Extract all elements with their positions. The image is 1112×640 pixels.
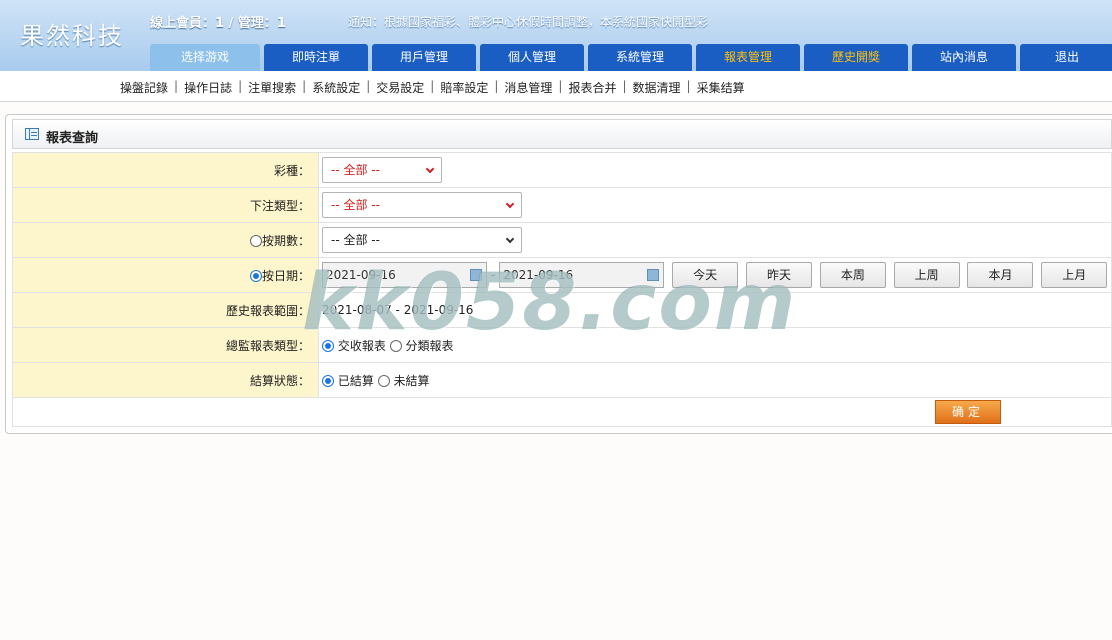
query-form: 彩種： -- 全部 -- 下注類型： -- 全部 -- 按期數： -- 全部 -… bbox=[12, 152, 1112, 427]
separator: | bbox=[622, 79, 627, 93]
separator: | bbox=[302, 79, 307, 93]
separator: | bbox=[686, 79, 691, 93]
row-bet-type: 下注類型： -- 全部 -- bbox=[12, 187, 1112, 223]
nav-tab-system-management[interactable]: 系統管理 bbox=[588, 44, 692, 71]
row-submit: 确定 bbox=[12, 397, 1112, 427]
unsettled-radio[interactable] bbox=[377, 374, 390, 387]
separator: | bbox=[494, 79, 499, 93]
settle-status-label: 結算狀態： bbox=[12, 362, 319, 398]
category-report-label: 分類報表 bbox=[405, 338, 454, 353]
nav-tab-report-management[interactable]: 報表管理 bbox=[696, 44, 800, 71]
lottery-label: 彩種： bbox=[12, 152, 319, 188]
subnav-message-management[interactable]: 消息管理 bbox=[504, 79, 552, 96]
date-from-input[interactable]: 2021-09-16 bbox=[322, 262, 487, 288]
report-query-panel: 報表查詢 彩種： -- 全部 -- 下注類型： -- 全部 -- 按期數： --… bbox=[5, 114, 1112, 434]
chevron-down-icon bbox=[425, 164, 435, 174]
nav-tab-select-game[interactable]: 选择游戏 bbox=[150, 44, 260, 71]
nav-tab-draw-history[interactable]: 歷史開獎 bbox=[804, 44, 908, 71]
separator: | bbox=[558, 79, 563, 93]
subnav-data-cleanup[interactable]: 数据清理 bbox=[633, 79, 681, 96]
calendar-icon[interactable] bbox=[470, 269, 482, 281]
date-label: 按日期： bbox=[261, 268, 310, 283]
period-select-value: -- 全部 -- bbox=[331, 233, 380, 247]
subnav-operation-records[interactable]: 操盤記錄 bbox=[120, 79, 168, 96]
settled-radio[interactable] bbox=[322, 374, 334, 387]
nav-tab-live-bets[interactable]: 即時注單 bbox=[264, 44, 368, 71]
date-from-value: 2021-09-16 bbox=[326, 268, 396, 282]
lottery-select-value: -- 全部 -- bbox=[331, 163, 380, 177]
main-nav: 选择游戏 即時注單 用戶管理 個人管理 系統管理 報表管理 歷史開獎 站內消息 … bbox=[150, 44, 1112, 71]
date-to-input[interactable]: 2021-09-16 bbox=[499, 262, 665, 288]
subnav-collect-settle[interactable]: 采集结算 bbox=[697, 79, 745, 96]
date-dash: - bbox=[491, 268, 496, 282]
chevron-down-icon bbox=[505, 199, 515, 209]
settlement-report-label: 交收報表 bbox=[337, 338, 386, 353]
report-table-icon bbox=[25, 128, 39, 140]
bet-type-select[interactable]: -- 全部 -- bbox=[322, 192, 522, 218]
row-report-type: 總監報表類型： 交收報表 分類報表 bbox=[12, 327, 1112, 363]
category-report-radio[interactable] bbox=[389, 339, 402, 352]
nav-tab-personal-management[interactable]: 個人管理 bbox=[480, 44, 584, 71]
nav-tab-logout[interactable]: 退出 bbox=[1020, 44, 1112, 71]
yesterday-button[interactable]: 昨天 bbox=[746, 262, 812, 288]
separator: | bbox=[430, 79, 435, 93]
today-button[interactable]: 今天 bbox=[672, 262, 739, 288]
confirm-button[interactable]: 确定 bbox=[935, 400, 1001, 424]
row-period: 按期數： -- 全部 -- bbox=[12, 222, 1112, 258]
last-week-button[interactable]: 上周 bbox=[893, 262, 960, 288]
this-month-button[interactable]: 本月 bbox=[967, 262, 1034, 288]
date-radio[interactable] bbox=[249, 269, 262, 282]
subnav-operation-log[interactable]: 操作日誌 bbox=[184, 79, 232, 96]
period-label: 按期數： bbox=[261, 233, 310, 248]
subnav-report-merge[interactable]: 报表合并 bbox=[568, 79, 616, 96]
panel-title: 報表查詢 bbox=[46, 131, 99, 146]
bet-type-select-value: -- 全部 -- bbox=[331, 198, 380, 212]
unsettled-label: 未結算 bbox=[393, 373, 430, 388]
report-type-label: 總監報表類型： bbox=[12, 327, 319, 363]
nav-tab-site-messages[interactable]: 站內消息 bbox=[912, 44, 1016, 71]
chevron-down-icon bbox=[505, 234, 515, 244]
settled-label: 已結算 bbox=[337, 373, 374, 388]
row-date: 按日期： 2021-09-16 - 2021-09-16 今天 昨天 本周 上周… bbox=[12, 257, 1112, 293]
row-lottery: 彩種： -- 全部 -- bbox=[12, 152, 1112, 188]
subnav-bet-search[interactable]: 注單搜索 bbox=[248, 79, 296, 96]
subnav-trade-settings[interactable]: 交易設定 bbox=[376, 79, 424, 96]
date-to-value: 2021-09-16 bbox=[503, 268, 574, 282]
calendar-icon[interactable] bbox=[647, 269, 660, 281]
notice-marquee: 通知：根據國家福彩、體彩中心休假時間調整，本系統國家快開型彩 bbox=[348, 15, 709, 29]
period-radio[interactable] bbox=[249, 234, 262, 247]
row-history-range: 歷史報表範圍： 2021-08-07 - 2021-09-16 bbox=[12, 292, 1112, 328]
separator: | bbox=[238, 79, 243, 93]
header: 果然科技 線上會員：1 / 管理：1 通知：根據國家福彩、體彩中心休假時間調整，… bbox=[0, 0, 1112, 71]
period-select[interactable]: -- 全部 -- bbox=[322, 227, 522, 253]
history-range-label: 歷史報表範圍： bbox=[12, 292, 319, 328]
this-week-button[interactable]: 本周 bbox=[819, 262, 886, 288]
history-range-value: 2021-08-07 - 2021-09-16 bbox=[318, 292, 1112, 328]
separator: | bbox=[174, 79, 179, 93]
separator: | bbox=[366, 79, 371, 93]
row-settle-status: 結算狀態： 已結算 未結算 bbox=[12, 362, 1112, 398]
sub-nav-items: 操盤記錄 | 操作日誌 | 注單搜索 | 系統設定 | 交易設定 | 賠率設定 | 消息管理… bbox=[120, 79, 745, 96]
subnav-odds-settings[interactable]: 賠率設定 bbox=[440, 79, 488, 96]
logo: 果然科技 bbox=[20, 22, 124, 50]
lottery-select[interactable]: -- 全部 -- bbox=[322, 157, 442, 183]
bet-type-label: 下注類型： bbox=[12, 187, 319, 223]
subnav-system-settings[interactable]: 系統設定 bbox=[312, 79, 360, 96]
panel-header: 報表查詢 bbox=[12, 119, 1112, 149]
settlement-report-radio[interactable] bbox=[322, 339, 334, 352]
last-month-button[interactable]: 上月 bbox=[1041, 262, 1108, 288]
nav-tab-user-management[interactable]: 用戶管理 bbox=[372, 44, 476, 71]
sub-nav: 操盤記錄 | 操作日誌 | 注單搜索 | 系統設定 | 交易設定 | 賠率設定 | 消息管理… bbox=[0, 71, 1112, 102]
online-count: 線上會員：1 / 管理：1 bbox=[150, 16, 286, 31]
